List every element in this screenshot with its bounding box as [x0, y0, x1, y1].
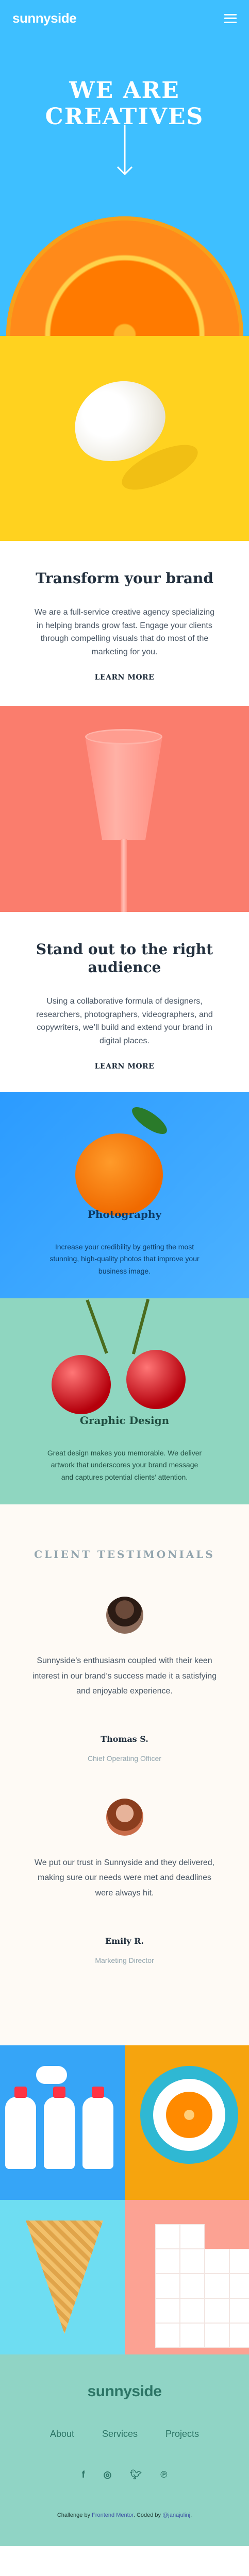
sugar-cube	[155, 2274, 179, 2298]
logo[interactable]: sunnyside	[12, 10, 77, 26]
testimonial-quote: We put our trust in Sunnyside and they d…	[34, 1858, 215, 1897]
sugar-cube	[205, 2324, 229, 2347]
hero-title: WE ARE CREATIVES	[45, 77, 204, 130]
service-title: Graphic Design	[79, 1414, 170, 1427]
section-title: Stand out to the right audience	[36, 941, 213, 976]
sugar-cube	[180, 2324, 204, 2347]
service-body: Great design makes you memorable. We del…	[47, 1448, 202, 1482]
graphic-design-tile: Graphic Design Great design makes you me…	[0, 1298, 249, 1504]
section-title: Transform your brand	[36, 570, 213, 587]
testimonial-name: Thomas S.	[101, 1734, 148, 1744]
testimonial: Sunnyside’s enthusiasm coupled with thei…	[0, 1597, 249, 1762]
footer-link-services[interactable]: Services	[102, 2429, 138, 2439]
sugar-cube	[229, 2274, 249, 2298]
footer-link-projects[interactable]: Projects	[165, 2429, 199, 2439]
egg-image	[0, 336, 249, 541]
twitter-icon[interactable]: 🐦︎	[130, 2469, 142, 2480]
sugar-cube	[155, 2249, 179, 2273]
hero-section: sunnyside WE ARE CREATIVES	[0, 0, 249, 336]
orange-image	[6, 216, 243, 336]
sugar-cube	[229, 2249, 249, 2273]
footer-link-about[interactable]: About	[50, 2429, 74, 2439]
sugar-cube	[205, 2274, 229, 2298]
sugar-cube	[180, 2299, 204, 2323]
sugar-cube	[155, 2299, 179, 2323]
arrow-down-icon	[117, 125, 132, 176]
service-body: Increase your credibility by getting the…	[49, 1242, 200, 1276]
sugar-cube	[155, 2225, 179, 2248]
testimonial-role: Marketing Director	[95, 1956, 154, 1964]
testimonial-quote: Sunnyside’s enthusiasm coupled with thei…	[32, 1656, 217, 1696]
avatar	[106, 1597, 143, 1634]
sugar-cube	[180, 2249, 204, 2273]
gallery-milk-image	[0, 2045, 125, 2200]
top-nav: sunnyside	[12, 10, 237, 26]
gallery-orange-image	[124, 2045, 249, 2200]
learn-more-link[interactable]: LEARN MORE	[92, 673, 157, 684]
sugar-cube	[229, 2299, 249, 2323]
section-body: Using a collaborative formula of designe…	[36, 997, 213, 1045]
sugar-cube	[155, 2324, 179, 2347]
facebook-icon[interactable]: f	[82, 2469, 85, 2480]
testimonials-section: CLIENT TESTIMONIALS Sunnyside’s enthusia…	[0, 1504, 249, 2045]
section-body: We are a full-service creative agency sp…	[34, 608, 215, 656]
standout-section: Stand out to the right audience Using a …	[0, 912, 249, 1092]
footer-logo[interactable]: sunnyside	[0, 2383, 249, 2400]
testimonials-heading: CLIENT TESTIMONIALS	[34, 1548, 215, 1561]
cup-image	[0, 706, 249, 912]
testimonial-name: Emily R.	[105, 1936, 144, 1946]
gallery	[0, 2045, 249, 2354]
attribution: Challenge by Frontend Mentor. Coded by @…	[57, 2512, 192, 2518]
social-links: f ◎ 🐦︎ ℗	[0, 2469, 249, 2480]
sugar-cube	[229, 2324, 249, 2347]
photography-tile: Photography Increase your credibility by…	[0, 1092, 249, 1298]
footer-nav: About Services Projects	[0, 2429, 249, 2439]
sugar-cube	[205, 2249, 229, 2273]
sugar-cube	[205, 2299, 229, 2323]
testimonial: We put our trust in Sunnyside and they d…	[0, 1798, 249, 1964]
gallery-sugar-cubes-image	[124, 2200, 249, 2354]
pinterest-icon[interactable]: ℗	[160, 2469, 167, 2480]
frontend-mentor-link[interactable]: Frontend Mentor	[92, 2512, 134, 2518]
testimonial-role: Chief Operating Officer	[88, 1754, 161, 1762]
service-title: Photography	[87, 1208, 162, 1221]
footer: sunnyside About Services Projects f ◎ 🐦︎…	[0, 2354, 249, 2546]
gallery-cone-image	[0, 2200, 125, 2354]
hamburger-icon[interactable]	[224, 13, 237, 23]
avatar	[106, 1798, 143, 1836]
sugar-cube	[180, 2274, 204, 2298]
sugar-cube	[180, 2225, 204, 2248]
author-link[interactable]: @janajulinj	[162, 2512, 190, 2518]
transform-section: Transform your brand We are a full-servi…	[0, 541, 249, 706]
instagram-icon[interactable]: ◎	[104, 2469, 112, 2480]
learn-more-link[interactable]: LEARN MORE	[92, 1062, 157, 1073]
